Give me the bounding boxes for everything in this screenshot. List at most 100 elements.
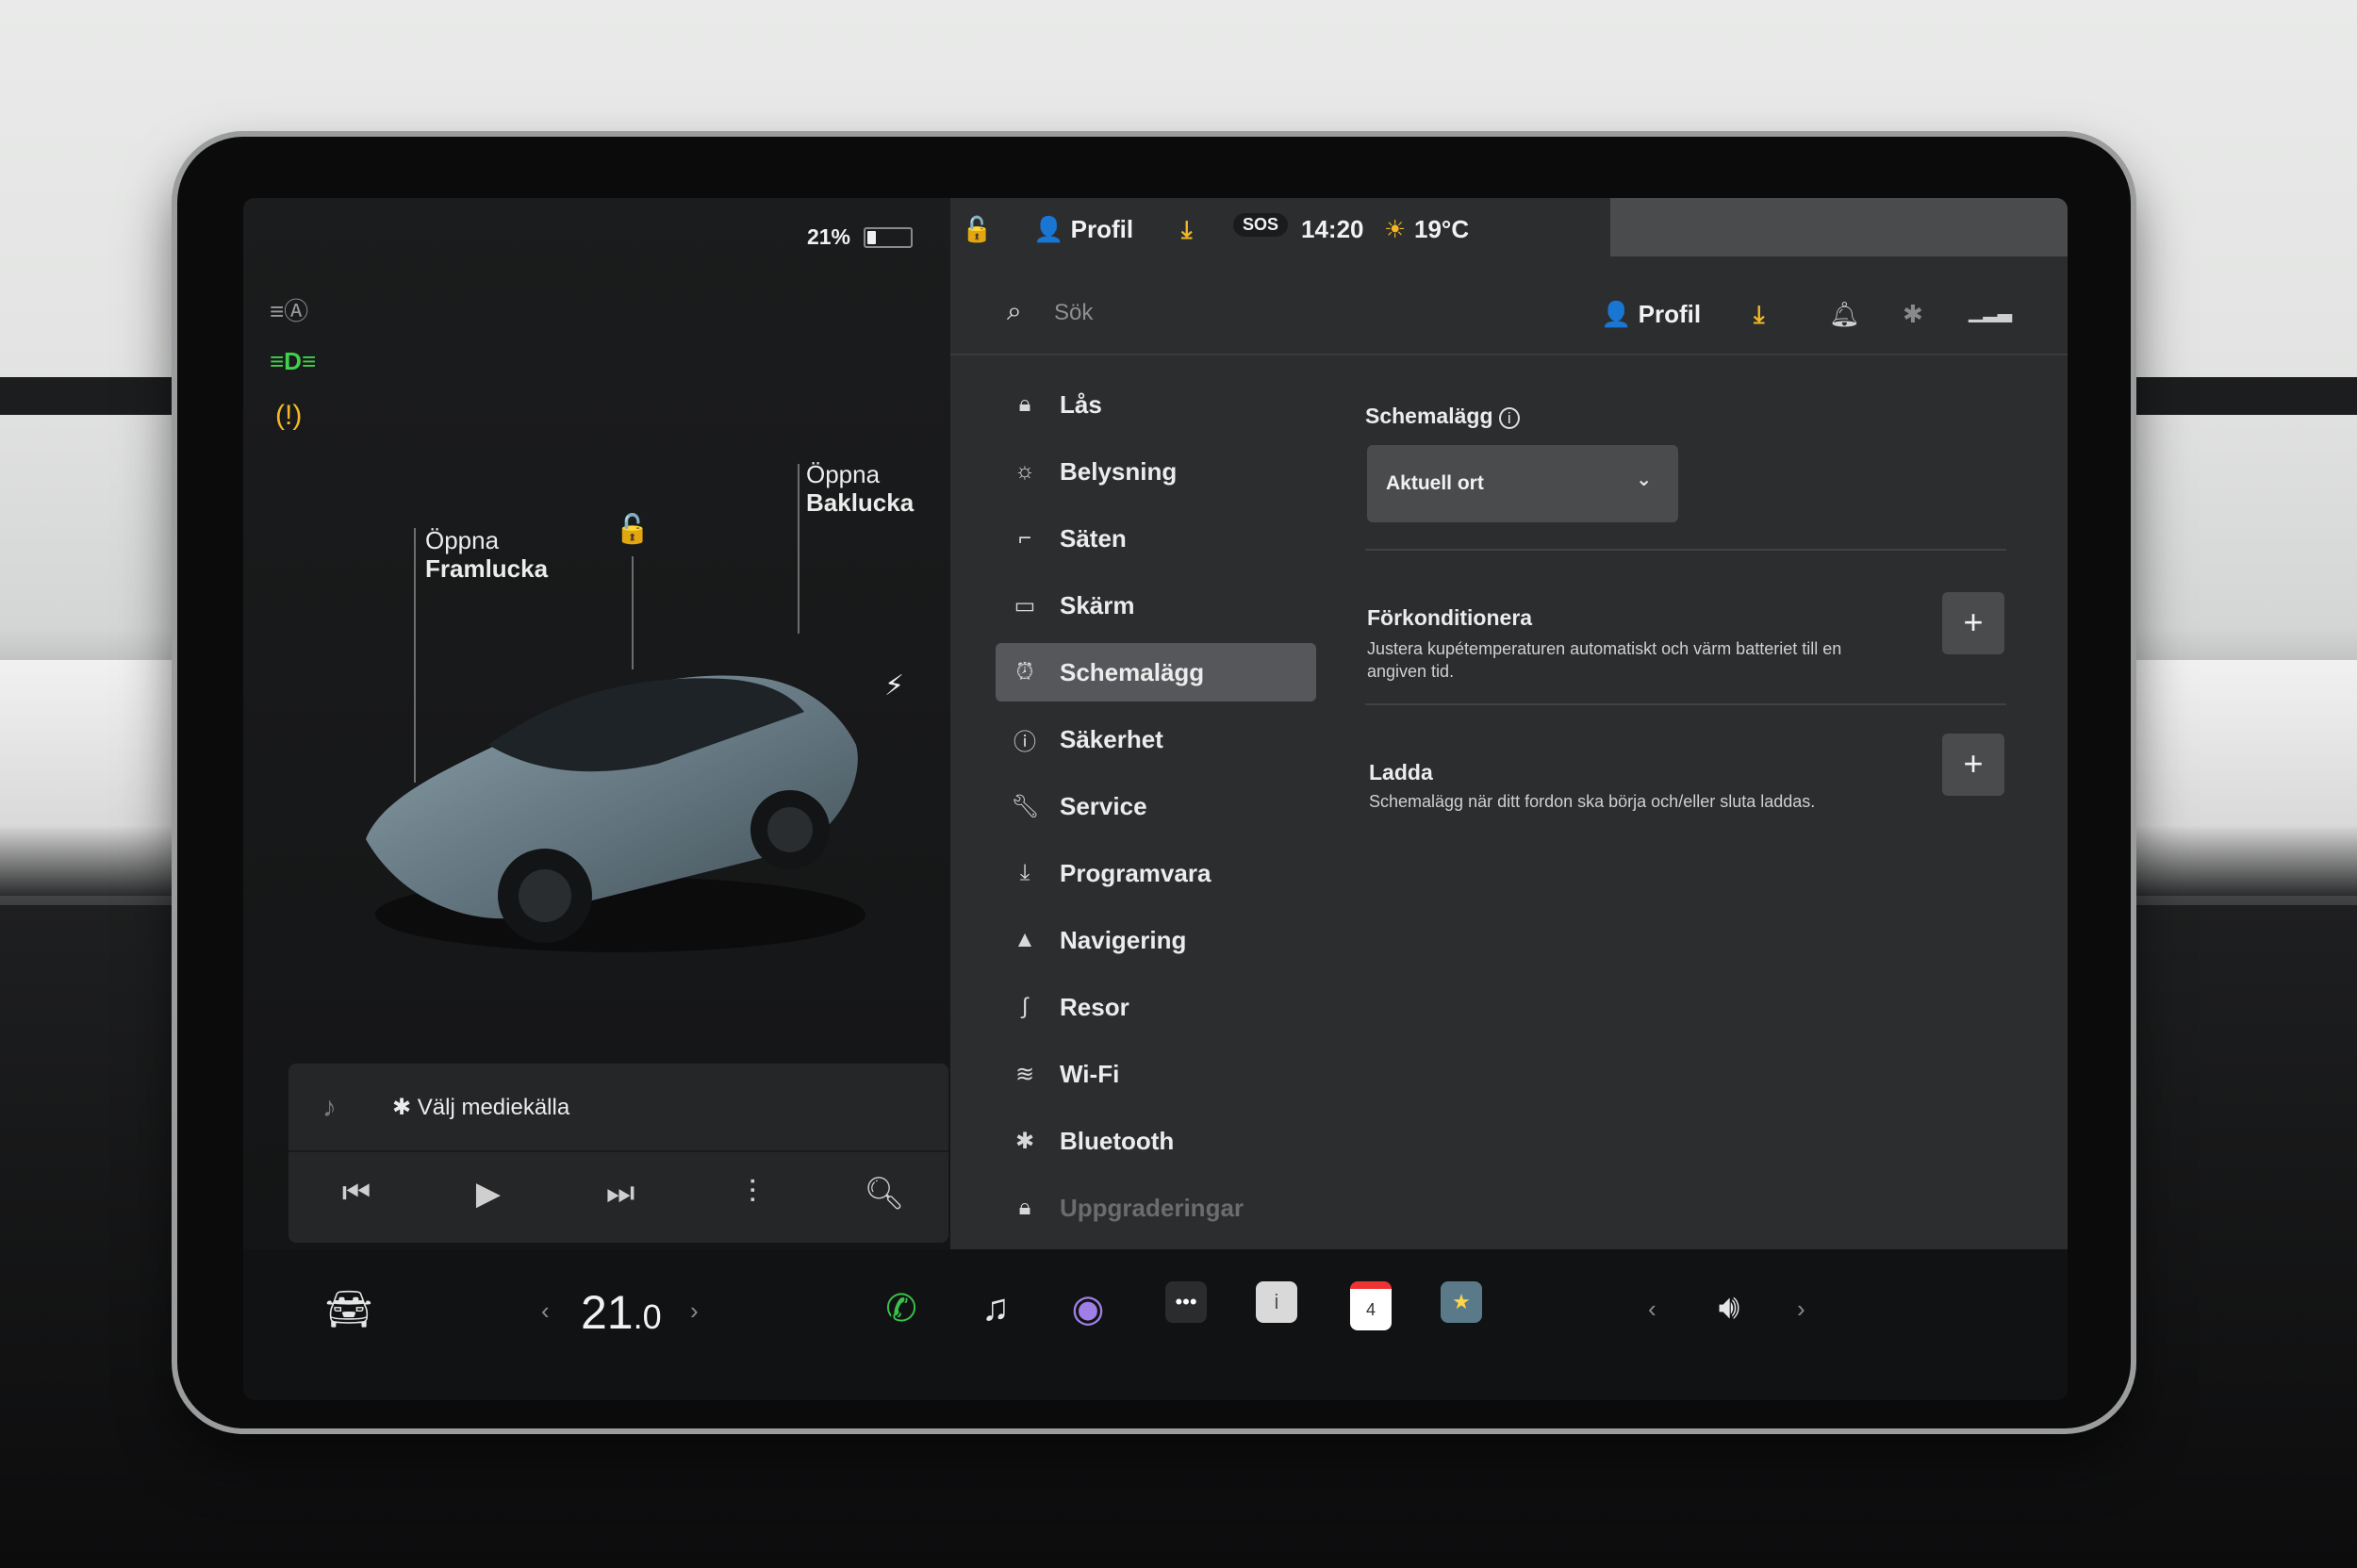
equalizer-icon[interactable]: ⫶	[724, 1175, 781, 1212]
display-icon: ▭	[1014, 592, 1036, 619]
battery-icon	[864, 226, 913, 248]
charge-port-icon[interactable]: ⚡	[884, 669, 904, 702]
battery-level	[867, 230, 877, 244]
calendar-icon[interactable]: 4	[1350, 1281, 1392, 1330]
charge-description: Schemalägg när ditt fordon ska börja och…	[1369, 792, 1816, 811]
info-icon[interactable]: i	[1498, 407, 1520, 429]
touchscreen: 21% ≡Ⓐ ≡D≡ (!) Öppna Framlucka Öppna Bak…	[243, 198, 2068, 1400]
volume-down-arrow[interactable]: ‹	[1648, 1295, 1656, 1324]
menu-item-label: Programvara	[1060, 858, 1211, 887]
frunk-line1: Öppna	[425, 526, 500, 554]
navigation-icon: ▲	[1014, 927, 1036, 952]
wifi-icon: ≋	[1014, 1061, 1035, 1087]
volume-up-arrow[interactable]: ›	[1797, 1295, 1805, 1324]
schedule-title: Schemalägg i	[1365, 404, 1520, 429]
status-bar: 🔓 👤 Profil ⤓ SOS 14:20 ☀ 19°C	[950, 198, 2068, 264]
search-input[interactable]: Sök	[1054, 300, 1093, 326]
temp-up-arrow[interactable]: ›	[690, 1296, 699, 1326]
play-icon[interactable]: ▶	[460, 1175, 517, 1213]
upgrades-icon: 🔒︎	[1018, 1195, 1031, 1220]
profile-status[interactable]: 👤 Profil	[1033, 215, 1133, 244]
download-icon[interactable]: ⤓	[1181, 215, 1193, 245]
media-divider	[288, 1150, 948, 1152]
temp-down-arrow[interactable]: ‹	[541, 1296, 550, 1326]
manual-icon[interactable]: i	[1256, 1281, 1297, 1323]
unlock-icon[interactable]: 🔓	[615, 513, 650, 546]
menu-item-lås[interactable]: 🔒︎ Lås	[996, 375, 1316, 434]
menu-item-belysning[interactable]: ☼ Belysning	[996, 442, 1316, 501]
menu-item-label: Schemalägg	[1060, 657, 1205, 686]
low-beam-icon: ≡D≡	[270, 347, 317, 375]
bluetooth-status-icon: ✱	[1903, 300, 1923, 328]
media-search-icon[interactable]: 🔍︎	[856, 1175, 913, 1213]
auto-headlight-icon: ≡Ⓐ	[270, 297, 309, 325]
safety-icon: ⓘ	[1014, 729, 1036, 755]
menu-item-navigering[interactable]: ▲ Navigering	[996, 911, 1316, 969]
menu-item-säten[interactable]: ⌐ Säten	[996, 509, 1316, 568]
person-icon: 👤	[1033, 215, 1071, 243]
menu-item-label: Uppgraderingar	[1060, 1193, 1244, 1222]
phone-icon[interactable]: ✆	[873, 1287, 930, 1330]
volume-icon[interactable]: 🔊︎	[1701, 1287, 1757, 1328]
music-note-icon: ♪	[322, 1092, 337, 1123]
battery-status: 21%	[807, 224, 913, 250]
trunk-line1: Öppna	[806, 460, 881, 488]
menu-item-label: Lås	[1060, 389, 1102, 419]
charge-title: Ladda	[1369, 760, 1433, 784]
add-precondition-button[interactable]: +	[1942, 592, 2004, 654]
menu-item-bluetooth[interactable]: ✱ Bluetooth	[996, 1112, 1316, 1170]
alarm-clock-icon: ⏰︎	[1015, 659, 1034, 685]
lock-status-icon[interactable]: 🔓	[962, 215, 992, 244]
menu-item-label: Bluetooth	[1060, 1126, 1175, 1155]
bell-icon[interactable]: 🔔︎	[1829, 300, 1860, 329]
trips-icon: ∫	[1021, 994, 1029, 1019]
menu-item-service[interactable]: 🔧︎ Service	[996, 777, 1316, 835]
media-source-button[interactable]: ✱ Välj mediekälla	[392, 1094, 569, 1121]
menu-item-label: Skärm	[1060, 590, 1135, 619]
toybox-icon[interactable]: ★	[1441, 1281, 1482, 1323]
menu-item-label: Wi-Fi	[1060, 1059, 1120, 1088]
person-icon: 👤	[1601, 300, 1639, 328]
menu-item-skärm[interactable]: ▭ Skärm	[996, 576, 1316, 635]
location-dropdown[interactable]: Aktuell ort ⌄	[1367, 445, 1678, 522]
menu-item-wi-fi[interactable]: ≋ Wi-Fi	[996, 1045, 1316, 1103]
search-icon: ⌕	[1007, 296, 1022, 325]
divider	[1365, 703, 2006, 705]
menu-item-schemalägg[interactable]: ⏰︎ Schemalägg	[996, 643, 1316, 701]
cabin-temperature[interactable]: 21.0	[581, 1285, 662, 1340]
taskbar: 🚘︎ ‹ 21.0 › ✆ ♫ ◉ ••• i 4 ★ ‹ 🔊︎ ›	[243, 1249, 2068, 1400]
camera-icon[interactable]: ◉	[1060, 1287, 1116, 1330]
menu-item-programvara[interactable]: ⤓ Programvara	[996, 844, 1316, 902]
menu-item-resor[interactable]: ∫ Resor	[996, 978, 1316, 1036]
car-render	[366, 675, 865, 952]
temp-decimal: .0	[633, 1297, 662, 1336]
header-download-icon[interactable]: ⤓	[1754, 300, 1765, 330]
media-player: ♪ ✱ Välj mediekälla ⏮ ▶ ⏭ ⫶ 🔍︎	[288, 1064, 948, 1243]
clock: 14:20	[1301, 215, 1364, 243]
wrench-icon: 🔧︎	[1011, 793, 1040, 819]
temp-main: 21	[581, 1286, 634, 1339]
open-trunk-button[interactable]: Öppna Baklucka	[806, 460, 914, 517]
vehicle-panel: 21% ≡Ⓐ ≡D≡ (!) Öppna Framlucka Öppna Bak…	[243, 198, 950, 1249]
lock-icon: 🔒︎	[1018, 391, 1031, 417]
map-preview[interactable]	[1610, 198, 2068, 256]
seat-icon: ⌐	[1017, 525, 1031, 551]
sos-label: SOS	[1243, 215, 1279, 234]
more-apps-icon[interactable]: •••	[1165, 1281, 1207, 1323]
sos-button[interactable]: SOS	[1233, 213, 1289, 237]
menu-item-label: Säten	[1060, 523, 1127, 553]
next-track-icon[interactable]: ⏭	[592, 1175, 649, 1212]
open-frunk-button[interactable]: Öppna Framlucka	[425, 526, 548, 583]
car-icon[interactable]: 🚘︎	[321, 1287, 377, 1331]
music-icon[interactable]: ♫	[967, 1287, 1024, 1329]
bluetooth-icon: ✱	[1014, 1128, 1035, 1154]
menu-item-säkerhet[interactable]: ⓘ Säkerhet	[996, 710, 1316, 768]
header-divider	[950, 354, 2068, 355]
menu-item-label: Säkerhet	[1060, 724, 1163, 753]
header-profile-button[interactable]: 👤 Profil	[1601, 300, 1701, 329]
add-charge-button[interactable]: +	[1942, 734, 2004, 796]
previous-track-icon[interactable]: ⏮	[328, 1175, 385, 1212]
tire-pressure-icon: (!)	[275, 400, 303, 431]
header-profile-label: Profil	[1638, 300, 1702, 328]
menu-item-uppgraderingar[interactable]: 🔒︎ Uppgraderingar	[996, 1179, 1316, 1237]
